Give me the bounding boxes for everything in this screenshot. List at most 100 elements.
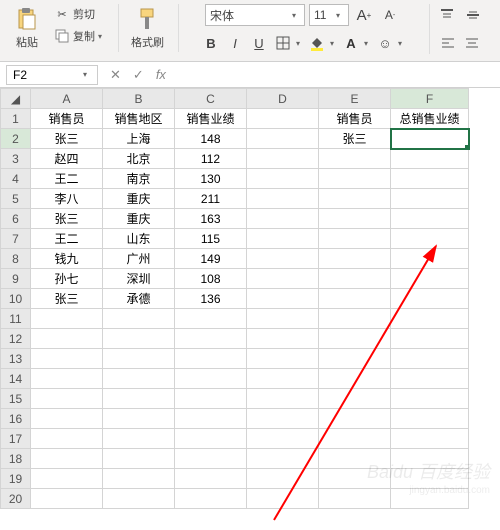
cell-C13[interactable] xyxy=(175,349,247,369)
cell-C6[interactable]: 163 xyxy=(175,209,247,229)
cell-C7[interactable]: 115 xyxy=(175,229,247,249)
cell-E13[interactable] xyxy=(319,349,391,369)
row-header-9[interactable]: 9 xyxy=(1,269,31,289)
cell-B4[interactable]: 南京 xyxy=(103,169,175,189)
font-size-select[interactable]: 11▾ xyxy=(309,4,349,26)
cell-B9[interactable]: 深圳 xyxy=(103,269,175,289)
cell-D1[interactable] xyxy=(247,109,319,129)
cell-E1[interactable]: 销售员 xyxy=(319,109,391,129)
cell-B3[interactable]: 北京 xyxy=(103,149,175,169)
cell-E5[interactable] xyxy=(319,189,391,209)
row-header-2[interactable]: 2 xyxy=(1,129,31,149)
col-header-A[interactable]: A xyxy=(31,89,103,109)
cell-F2[interactable] xyxy=(391,129,469,149)
cell-B12[interactable] xyxy=(103,329,175,349)
cell-D16[interactable] xyxy=(247,409,319,429)
cancel-icon[interactable]: ✕ xyxy=(104,67,127,83)
cell-A7[interactable]: 王二 xyxy=(31,229,103,249)
cell-F4[interactable] xyxy=(391,169,469,189)
row-header-5[interactable]: 5 xyxy=(1,189,31,209)
cell-D19[interactable] xyxy=(247,469,319,489)
cell-D14[interactable] xyxy=(247,369,319,389)
cell-F13[interactable] xyxy=(391,349,469,369)
cell-C1[interactable]: 销售业绩 xyxy=(175,109,247,129)
cell-B14[interactable] xyxy=(103,369,175,389)
cell-C3[interactable]: 112 xyxy=(175,149,247,169)
cell-C12[interactable] xyxy=(175,329,247,349)
cell-D13[interactable] xyxy=(247,349,319,369)
row-header-3[interactable]: 3 xyxy=(1,149,31,169)
cell-A15[interactable] xyxy=(31,389,103,409)
row-header-14[interactable]: 14 xyxy=(1,369,31,389)
row-header-20[interactable]: 20 xyxy=(1,489,31,509)
cell-E4[interactable] xyxy=(319,169,391,189)
cell-A17[interactable] xyxy=(31,429,103,449)
col-header-F[interactable]: F xyxy=(391,89,469,109)
cell-A14[interactable] xyxy=(31,369,103,389)
paste-button[interactable]: 粘贴 xyxy=(8,4,46,52)
cell-C14[interactable] xyxy=(175,369,247,389)
cell-A11[interactable] xyxy=(31,309,103,329)
cell-A4[interactable]: 王二 xyxy=(31,169,103,189)
name-box[interactable]: F2 ▾ xyxy=(6,65,98,85)
cell-C10[interactable]: 136 xyxy=(175,289,247,309)
cell-D18[interactable] xyxy=(247,449,319,469)
col-header-E[interactable]: E xyxy=(319,89,391,109)
italic-button[interactable]: I xyxy=(224,32,246,54)
cell-B2[interactable]: 上海 xyxy=(103,129,175,149)
cell-F14[interactable] xyxy=(391,369,469,389)
align-center-button[interactable] xyxy=(461,32,483,54)
cell-B11[interactable] xyxy=(103,309,175,329)
cell-A1[interactable]: 销售员 xyxy=(31,109,103,129)
col-header-B[interactable]: B xyxy=(103,89,175,109)
cell-C15[interactable] xyxy=(175,389,247,409)
fx-icon[interactable]: fx xyxy=(156,67,166,82)
cell-C11[interactable] xyxy=(175,309,247,329)
fill-color-button[interactable] xyxy=(306,32,328,54)
col-header-D[interactable]: D xyxy=(247,89,319,109)
cell-C18[interactable] xyxy=(175,449,247,469)
cell-A12[interactable] xyxy=(31,329,103,349)
cell-E8[interactable] xyxy=(319,249,391,269)
row-header-15[interactable]: 15 xyxy=(1,389,31,409)
row-header-8[interactable]: 8 xyxy=(1,249,31,269)
cell-B6[interactable]: 重庆 xyxy=(103,209,175,229)
cell-E15[interactable] xyxy=(319,389,391,409)
font-name-select[interactable]: 宋体▾ xyxy=(205,4,305,26)
cell-F5[interactable] xyxy=(391,189,469,209)
cell-A10[interactable]: 张三 xyxy=(31,289,103,309)
format-painter-button[interactable]: 格式刷 xyxy=(125,4,170,52)
row-header-11[interactable]: 11 xyxy=(1,309,31,329)
cell-A13[interactable] xyxy=(31,349,103,369)
cell-D6[interactable] xyxy=(247,209,319,229)
cell-B7[interactable]: 山东 xyxy=(103,229,175,249)
cell-B20[interactable] xyxy=(103,489,175,509)
cell-D4[interactable] xyxy=(247,169,319,189)
cell-B10[interactable]: 承德 xyxy=(103,289,175,309)
cell-A19[interactable] xyxy=(31,469,103,489)
align-top-button[interactable] xyxy=(436,4,458,26)
cell-E6[interactable] xyxy=(319,209,391,229)
cell-B18[interactable] xyxy=(103,449,175,469)
cell-D3[interactable] xyxy=(247,149,319,169)
cell-F6[interactable] xyxy=(391,209,469,229)
row-header-4[interactable]: 4 xyxy=(1,169,31,189)
cell-A3[interactable]: 赵四 xyxy=(31,149,103,169)
cell-B16[interactable] xyxy=(103,409,175,429)
cell-C16[interactable] xyxy=(175,409,247,429)
cell-B19[interactable] xyxy=(103,469,175,489)
row-header-18[interactable]: 18 xyxy=(1,449,31,469)
decrease-font-button[interactable]: A- xyxy=(379,4,401,26)
underline-button[interactable]: U xyxy=(248,32,270,54)
cell-E11[interactable] xyxy=(319,309,391,329)
cell-B13[interactable] xyxy=(103,349,175,369)
increase-font-button[interactable]: A+ xyxy=(353,4,375,26)
row-header-1[interactable]: 1 xyxy=(1,109,31,129)
row-header-6[interactable]: 6 xyxy=(1,209,31,229)
cell-F8[interactable] xyxy=(391,249,469,269)
cell-C17[interactable] xyxy=(175,429,247,449)
cell-E17[interactable] xyxy=(319,429,391,449)
row-header-10[interactable]: 10 xyxy=(1,289,31,309)
cell-F1[interactable]: 总销售业绩 xyxy=(391,109,469,129)
cell-E2[interactable]: 张三 xyxy=(319,129,391,149)
